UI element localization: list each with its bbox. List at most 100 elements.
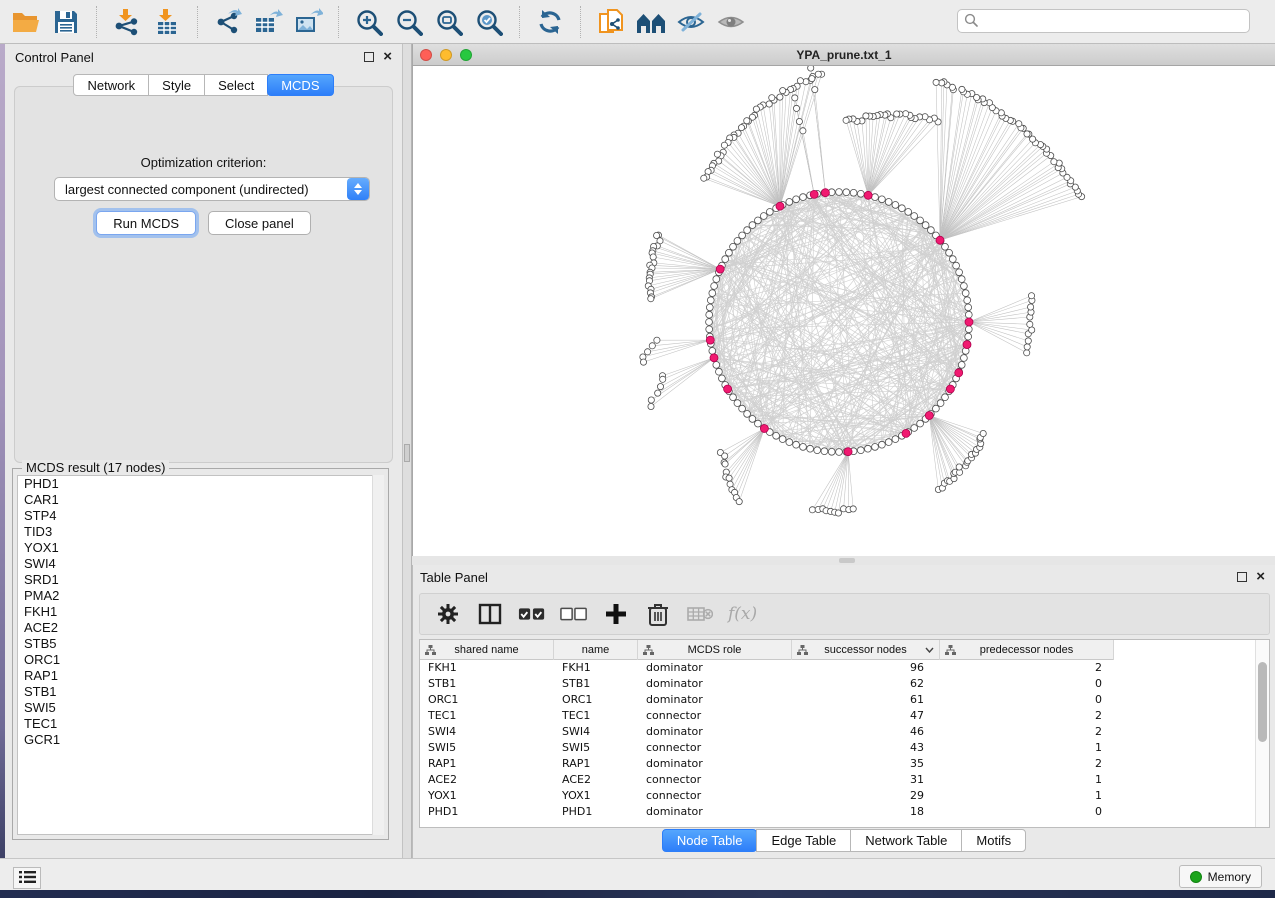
cell-shared-name: TEC1 [420, 708, 554, 724]
mcds-result-group: MCDS result (17 nodes) PHD1CAR1STP4TID3Y… [12, 468, 389, 840]
scrollbar-thumb[interactable] [1258, 662, 1267, 742]
export-image-button[interactable] [288, 4, 328, 40]
deselect-all-checkboxes-icon[interactable] [560, 600, 588, 628]
export-table-button[interactable] [248, 4, 288, 40]
table-panel-tabs: Node TableEdge TableNetwork TableMotifs [413, 829, 1275, 852]
function-builder-icon[interactable]: f(x) [728, 604, 757, 624]
memory-status-icon [1190, 871, 1202, 883]
search-box[interactable] [957, 9, 1250, 33]
tab-node-table[interactable]: Node Table [662, 829, 758, 852]
column-header-name[interactable]: name [554, 640, 638, 660]
table-row[interactable]: RAP1RAP1dominator352 [420, 756, 1114, 772]
table-row[interactable]: SWI5SWI5connector431 [420, 740, 1114, 756]
list-item[interactable]: STB1 [18, 684, 383, 700]
new-network-from-selection-button[interactable] [591, 4, 631, 40]
float-panel-icon[interactable] [364, 52, 374, 62]
table-row[interactable]: YOX1YOX1connector291 [420, 788, 1114, 804]
cell-mcds-role: connector [638, 740, 792, 756]
close-panel-icon[interactable]: × [1256, 572, 1265, 582]
table-row[interactable]: PHD1PHD1dominator180 [420, 804, 1114, 820]
run-mcds-button[interactable]: Run MCDS [96, 211, 196, 235]
list-item[interactable]: SRD1 [18, 572, 383, 588]
list-item[interactable]: GCR1 [18, 732, 383, 748]
search-icon [964, 13, 978, 30]
list-item[interactable]: SWI5 [18, 700, 383, 716]
list-item[interactable]: PHD1 [18, 476, 383, 492]
table-row[interactable]: ACE2ACE2connector311 [420, 772, 1114, 788]
table-rows: FKH1FKH1dominator962STB1STB1dominator620… [420, 660, 1114, 820]
task-history-button[interactable] [13, 867, 41, 889]
list-item[interactable]: STP4 [18, 508, 383, 524]
float-panel-icon[interactable] [1237, 572, 1247, 582]
table-row[interactable]: ORC1ORC1dominator610 [420, 692, 1114, 708]
list-item[interactable]: FKH1 [18, 604, 383, 620]
splitter-handle[interactable] [404, 444, 410, 462]
eye-slash-icon [676, 10, 706, 34]
tab-network-table[interactable]: Network Table [850, 829, 962, 852]
list-item[interactable]: ORC1 [18, 652, 383, 668]
toolbar-separator [197, 6, 198, 38]
tab-mcds[interactable]: MCDS [267, 74, 333, 96]
table-row[interactable]: TEC1TEC1connector472 [420, 708, 1114, 724]
tab-motifs[interactable]: Motifs [961, 829, 1026, 852]
first-neighbors-button[interactable] [631, 4, 671, 40]
list-item[interactable]: CAR1 [18, 492, 383, 508]
vertical-splitter[interactable] [402, 44, 412, 858]
mcds-result-list[interactable]: PHD1CAR1STP4TID3YOX1SWI4SRD1PMA2FKH1ACE2… [17, 475, 384, 835]
delete-table-icon[interactable] [686, 600, 714, 628]
mcds-result-scrollbar[interactable] [372, 475, 384, 835]
open-file-button[interactable] [6, 4, 46, 40]
delete-column-trash-icon[interactable] [644, 600, 672, 628]
horizontal-splitter[interactable] [412, 556, 1275, 565]
split-panel-icon[interactable] [476, 600, 504, 628]
zoom-fit-button[interactable] [429, 4, 469, 40]
export-network-button[interactable] [208, 4, 248, 40]
import-table-button[interactable] [147, 4, 187, 40]
settings-gear-icon[interactable] [434, 600, 462, 628]
zoom-in-button[interactable] [349, 4, 389, 40]
cell-shared-name: SWI5 [420, 740, 554, 756]
cell-name: SWI5 [554, 740, 638, 756]
add-column-icon[interactable] [602, 600, 630, 628]
column-header-shared-name[interactable]: shared name [420, 640, 554, 660]
table-row[interactable]: FKH1FKH1dominator962 [420, 660, 1114, 676]
close-panel-button[interactable]: Close panel [208, 211, 311, 235]
zoom-selected-button[interactable] [469, 4, 509, 40]
network-view-canvas[interactable] [412, 66, 1275, 556]
tab-network[interactable]: Network [73, 74, 149, 96]
list-item[interactable]: SWI4 [18, 556, 383, 572]
cell-mcds-role: connector [638, 708, 792, 724]
column-header-predecessor-nodes[interactable]: predecessor nodes [940, 640, 1114, 660]
import-network-button[interactable] [107, 4, 147, 40]
show-all-button[interactable] [711, 4, 751, 40]
cell-name: ACE2 [554, 772, 638, 788]
zoom-out-button[interactable] [389, 4, 429, 40]
column-header-mcds-role[interactable]: MCDS role [638, 640, 792, 660]
list-item[interactable]: TEC1 [18, 716, 383, 732]
cell-mcds-role: connector [638, 772, 792, 788]
tab-select[interactable]: Select [204, 74, 268, 96]
table-row[interactable]: STB1STB1dominator620 [420, 676, 1114, 692]
memory-button[interactable]: Memory [1179, 865, 1262, 888]
hide-selected-button[interactable] [671, 4, 711, 40]
close-panel-icon[interactable]: × [383, 52, 392, 62]
table-row[interactable]: SWI4SWI4dominator462 [420, 724, 1114, 740]
select-all-checkboxes-icon[interactable] [518, 600, 546, 628]
list-item[interactable]: RAP1 [18, 668, 383, 684]
cell-mcds-role: dominator [638, 804, 792, 820]
network-window-titlebar[interactable]: YPA_prune.txt_1 [412, 44, 1275, 66]
save-session-button[interactable] [46, 4, 86, 40]
apply-layout-button[interactable] [530, 4, 570, 40]
table-scrollbar[interactable] [1255, 640, 1269, 827]
column-header-successor-nodes[interactable]: successor nodes [792, 640, 940, 660]
splitter-handle[interactable] [839, 558, 855, 563]
list-item[interactable]: YOX1 [18, 540, 383, 556]
search-input[interactable] [983, 14, 1243, 28]
list-item[interactable]: STB5 [18, 636, 383, 652]
optimization-criterion-select[interactable]: largest connected component (undirected) [54, 177, 370, 201]
tab-edge-table[interactable]: Edge Table [756, 829, 851, 852]
tab-style[interactable]: Style [148, 74, 205, 96]
list-item[interactable]: TID3 [18, 524, 383, 540]
list-item[interactable]: ACE2 [18, 620, 383, 636]
list-item[interactable]: PMA2 [18, 588, 383, 604]
